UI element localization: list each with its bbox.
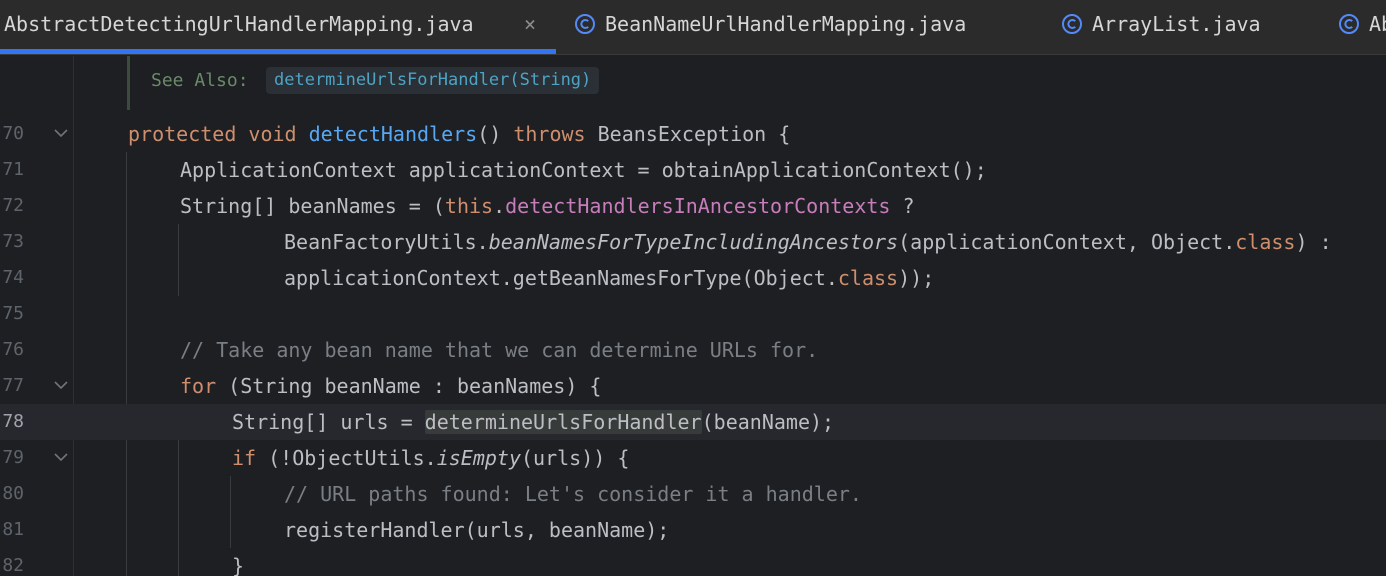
line-number[interactable]: 75 bbox=[0, 296, 24, 332]
tab-label: BeanNameUrlHandlerMapping.java bbox=[605, 12, 967, 36]
tab-array-list[interactable]: ArrayList.java bbox=[1059, 0, 1299, 54]
method-name: detectHandlers bbox=[308, 122, 478, 146]
active-tab-indicator bbox=[0, 49, 556, 54]
comment: // Take any bean name that we can determ… bbox=[180, 338, 819, 362]
tab-truncated[interactable]: Ab bbox=[1336, 0, 1386, 54]
line-number[interactable]: 78 bbox=[0, 404, 24, 440]
code-token: (urls)) { bbox=[521, 446, 630, 470]
code-token: . bbox=[493, 194, 506, 218]
code-line[interactable]: 73 BeanFactoryUtils.beanNamesForTypeInclu… bbox=[0, 224, 1386, 260]
code-token: } bbox=[232, 554, 245, 576]
code-token: ? bbox=[890, 194, 915, 218]
keyword: throws bbox=[513, 122, 586, 146]
highlighted-usage: determineUrlsForHandler bbox=[424, 410, 702, 434]
code-token: String[] beanNames = ( bbox=[180, 194, 445, 218]
tab-bean-name-url-handler-mapping[interactable]: BeanNameUrlHandlerMapping.java bbox=[572, 0, 1012, 54]
keyword: if bbox=[232, 446, 257, 470]
code-token: applicationContext.getBeanNamesForType(O… bbox=[284, 266, 838, 290]
code-token: )); bbox=[898, 266, 935, 290]
tab-label: ArrayList.java bbox=[1092, 12, 1261, 36]
code-editor: AbstractDetectingUrlHandlerMapping.java … bbox=[0, 0, 1386, 576]
editor-tab-bar: AbstractDetectingUrlHandlerMapping.java … bbox=[0, 0, 1386, 55]
tab-label: Ab bbox=[1369, 12, 1386, 36]
code-token: () bbox=[477, 122, 514, 146]
close-icon[interactable]: × bbox=[524, 0, 536, 48]
see-also-label: See Also: bbox=[151, 70, 249, 91]
code-text[interactable]: BeanFactoryUtils.beanNamesForTypeIncludi… bbox=[284, 224, 1332, 260]
code-text[interactable]: if (!ObjectUtils.isEmpty(urls)) { bbox=[232, 440, 629, 476]
code-token: BeansException { bbox=[585, 122, 791, 146]
code-token: (!ObjectUtils. bbox=[256, 446, 437, 470]
line-number[interactable]: 80 bbox=[0, 476, 24, 512]
code-token: (beanName); bbox=[701, 410, 835, 434]
static-call: beanNamesForTypeIncludingAncestors bbox=[488, 230, 899, 254]
code-text[interactable]: ApplicationContext applicationContext = … bbox=[180, 152, 987, 188]
code-text[interactable]: // Take any bean name that we can determ… bbox=[180, 332, 818, 368]
tab-label: AbstractDetectingUrlHandlerMapping.java bbox=[4, 12, 474, 36]
line-number[interactable]: 79 bbox=[0, 440, 24, 476]
code-line[interactable]: 71 ApplicationContext applicationContext … bbox=[0, 152, 1386, 188]
line-number[interactable]: 81 bbox=[0, 512, 24, 548]
code-text[interactable]: applicationContext.getBeanNamesForType(O… bbox=[284, 260, 934, 296]
code-line[interactable]: 81 registerHandler(urls, beanName); bbox=[0, 512, 1386, 548]
code-token: ApplicationContext applicationContext = … bbox=[180, 158, 987, 182]
chevron-down-icon[interactable] bbox=[54, 380, 68, 390]
code-line[interactable]: 77 for (String beanName : beanNames) { bbox=[0, 368, 1386, 404]
code-line[interactable]: 75 bbox=[0, 296, 1386, 332]
chevron-down-icon[interactable] bbox=[54, 452, 68, 462]
code-token: (applicationContext, Object. bbox=[898, 230, 1236, 254]
line-number[interactable]: 70 bbox=[0, 116, 24, 152]
keyword: protected bbox=[128, 122, 237, 146]
class-icon bbox=[575, 14, 595, 34]
class-icon bbox=[1339, 14, 1359, 34]
code-line[interactable]: 72 String[] beanNames = (this.detectHandl… bbox=[0, 188, 1386, 224]
code-text[interactable]: registerHandler(urls, beanName); bbox=[284, 512, 669, 548]
code-text[interactable]: String[] urls = determineUrlsForHandler(… bbox=[232, 404, 834, 440]
code-line[interactable]: 70 protected void detectHandlers() throws… bbox=[0, 116, 1386, 152]
code-text[interactable]: // URL paths found: Let's consider it a … bbox=[284, 476, 862, 512]
code-text[interactable]: String[] beanNames = (this.detectHandler… bbox=[180, 188, 915, 224]
chevron-down-icon[interactable] bbox=[54, 128, 68, 138]
keyword: this bbox=[444, 194, 494, 218]
code-line[interactable]: 82} bbox=[0, 548, 1386, 576]
line-number[interactable]: 74 bbox=[0, 260, 24, 296]
code-text[interactable]: for (String beanName : beanNames) { bbox=[180, 368, 601, 404]
code-line[interactable]: 74 applicationContext.getBeanNamesForType… bbox=[0, 260, 1386, 296]
code-token: registerHandler(urls, beanName); bbox=[284, 518, 670, 542]
comment: // URL paths found: Let's consider it a … bbox=[284, 482, 862, 506]
code-line[interactable]: 79 if (!ObjectUtils.isEmpty(urls)) { bbox=[0, 440, 1386, 476]
line-number[interactable]: 73 bbox=[0, 224, 24, 260]
see-also-link[interactable]: determineUrlsForHandler(String) bbox=[266, 67, 600, 94]
keyword: for bbox=[180, 374, 217, 398]
keyword: class bbox=[837, 266, 899, 290]
code-token: ) : bbox=[1295, 230, 1332, 254]
keyword: void bbox=[248, 122, 297, 146]
line-number[interactable]: 82 bbox=[0, 548, 24, 576]
line-number[interactable]: 71 bbox=[0, 152, 24, 188]
code-line[interactable]: 76 // Take any bean name that we can dete… bbox=[0, 332, 1386, 368]
code-line-current[interactable]: 78 String[] urls = determineUrlsForHandle… bbox=[0, 404, 1386, 440]
code-text[interactable]: } bbox=[232, 548, 244, 576]
code-token: BeanFactoryUtils. bbox=[284, 230, 489, 254]
line-number[interactable]: 76 bbox=[0, 332, 24, 368]
javadoc-bar bbox=[127, 56, 130, 110]
class-icon bbox=[1062, 14, 1082, 34]
code-text[interactable]: protected void detectHandlers() throws B… bbox=[128, 116, 790, 152]
code-token: (String beanName : beanNames) { bbox=[216, 374, 602, 398]
code-line[interactable]: 80 // URL paths found: Let's consider it … bbox=[0, 476, 1386, 512]
line-number[interactable]: 72 bbox=[0, 188, 24, 224]
field-ref: detectHandlersInAncestorContexts bbox=[505, 194, 891, 218]
static-call: isEmpty bbox=[436, 446, 522, 470]
line-number[interactable]: 77 bbox=[0, 368, 24, 404]
code-token: String[] urls = bbox=[232, 410, 425, 434]
tab-abstract-detecting-url-handler-mapping[interactable]: AbstractDetectingUrlHandlerMapping.java … bbox=[0, 0, 556, 54]
keyword: class bbox=[1235, 230, 1296, 254]
